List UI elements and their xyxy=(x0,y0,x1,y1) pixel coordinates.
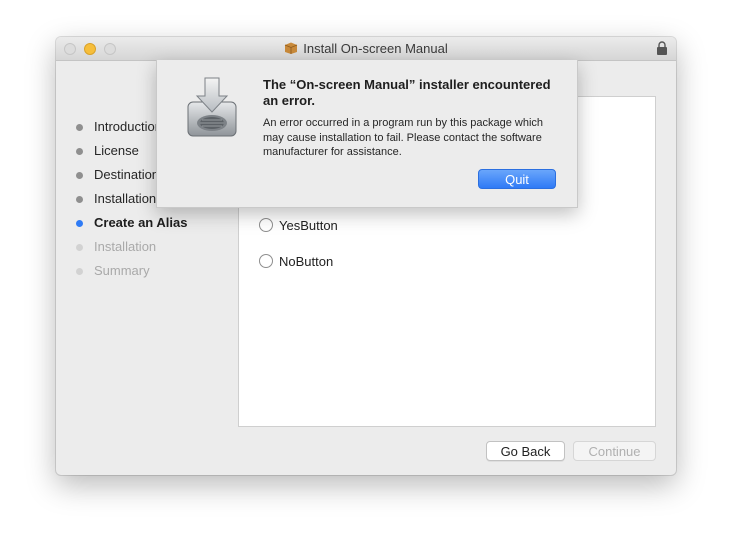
window-title: Install On-screen Manual xyxy=(303,41,448,56)
step-dot xyxy=(76,148,83,155)
no-radio-label[interactable]: NoButton xyxy=(279,253,333,271)
step-label: License xyxy=(94,143,139,158)
yes-radio[interactable] xyxy=(259,218,273,232)
title-bar[interactable]: Install On-screen Manual xyxy=(56,37,676,61)
step-dot xyxy=(76,172,83,179)
continue-button: Continue xyxy=(573,441,656,461)
no-radio[interactable] xyxy=(259,254,273,268)
step-summary: Summary xyxy=(74,261,214,285)
error-alert-sheet: The “On-screen Manual” installer encount… xyxy=(156,60,578,208)
step-create-an-alias: Create an Alias xyxy=(74,213,214,237)
step-label: Summary xyxy=(94,263,150,278)
package-icon xyxy=(285,42,298,54)
window-title-container: Install On-screen Manual xyxy=(56,41,676,56)
lock-icon[interactable] xyxy=(656,41,668,55)
step-dot xyxy=(76,124,83,131)
step-label: Introduction xyxy=(94,119,162,134)
yes-radio-label[interactable]: YesButton xyxy=(279,217,338,235)
installer-drive-icon xyxy=(187,77,237,137)
step-dot xyxy=(76,196,83,203)
step-label: Installation xyxy=(94,239,157,254)
step-dot-current xyxy=(76,220,83,227)
step-label: Destination xyxy=(94,167,160,182)
step-label: Create an Alias xyxy=(94,215,188,230)
alert-message: An error occurred in a program run by th… xyxy=(263,117,544,158)
step-dot xyxy=(76,268,83,275)
step-label: Installation xyxy=(94,191,157,206)
go-back-button[interactable]: Go Back xyxy=(486,441,565,461)
alert-title: The “On-screen Manual” installer encount… xyxy=(263,77,551,108)
quit-button[interactable]: Quit xyxy=(478,169,556,189)
step-installation: Installation xyxy=(74,237,214,261)
step-dot xyxy=(76,244,83,251)
